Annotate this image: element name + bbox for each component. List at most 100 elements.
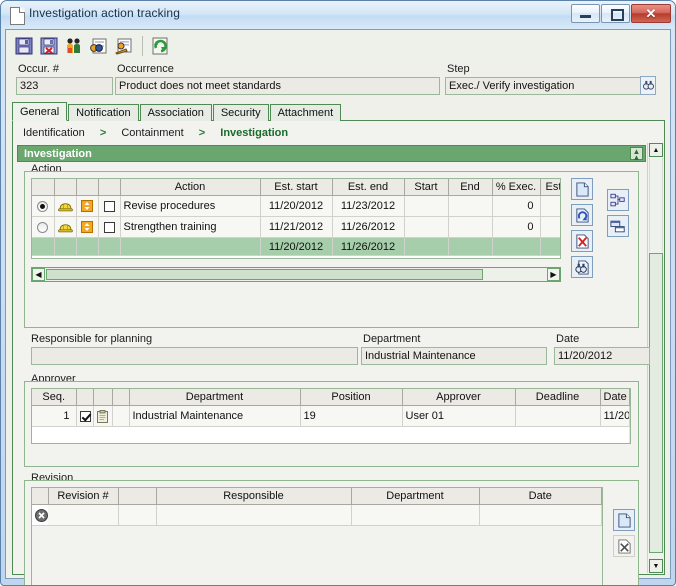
revision-col-responsible[interactable]: Responsible [156, 488, 352, 505]
approver-row-note-cell[interactable] [93, 405, 113, 427]
save-and-delete-button[interactable] [37, 34, 61, 58]
row-end[interactable] [448, 195, 493, 217]
scroll-right-arrow-icon[interactable]: ▶ [547, 268, 560, 281]
row-checkbox[interactable] [103, 221, 115, 233]
approver-col-approver[interactable]: Approver [402, 389, 516, 406]
row-pct-exec[interactable]: 0 [492, 195, 541, 217]
tab-attachment[interactable]: Attachment [269, 104, 342, 121]
action-col-worker[interactable] [54, 179, 77, 196]
approver-row-extra[interactable] [112, 405, 130, 427]
row-checkbox-cell[interactable] [98, 216, 121, 238]
approver-row-checkbox-cell[interactable] [76, 405, 94, 427]
revision-col-department[interactable]: Department [351, 488, 480, 505]
new-revision-button[interactable] [613, 509, 635, 531]
revision-col-extra[interactable] [118, 488, 157, 505]
maximize-button[interactable] [601, 4, 630, 23]
hscroll-thumb[interactable] [46, 269, 483, 280]
edit-button[interactable] [112, 34, 136, 58]
action-col-est[interactable]: Est. [540, 179, 560, 196]
copy-rows-button[interactable] [607, 215, 629, 237]
action-col-select[interactable] [32, 179, 55, 196]
approver-row-deadline[interactable] [515, 405, 601, 427]
breadcrumb-item-identification[interactable]: Identification [23, 127, 85, 139]
approver-col-note[interactable] [93, 389, 113, 406]
action-col-est-end[interactable]: Est. end [332, 179, 405, 196]
find-action-button[interactable] [571, 256, 593, 278]
revision-row-marker-cell[interactable] [32, 504, 48, 526]
row-checkbox[interactable] [103, 200, 115, 212]
table-row[interactable] [32, 504, 602, 526]
approver-row-department[interactable]: Industrial Maintenance [129, 405, 301, 427]
row-est[interactable] [540, 195, 560, 217]
action-col-start[interactable]: Start [404, 179, 449, 196]
revision-row-department[interactable] [351, 504, 480, 526]
row-priority-cell[interactable] [76, 195, 99, 217]
delete-revision-button[interactable] [613, 535, 635, 557]
action-col-pct-exec[interactable]: % Exec. [492, 179, 541, 196]
revision-row-number[interactable] [48, 504, 119, 526]
step-lookup-button[interactable] [640, 76, 656, 95]
breadcrumb-item-investigation[interactable]: Investigation [220, 127, 288, 139]
approver-col-seq[interactable]: Seq. [32, 389, 77, 406]
row-pct-exec[interactable]: 0 [492, 216, 541, 238]
row-est-end[interactable]: 11/26/2012 [332, 216, 405, 238]
collapse-up-icon[interactable]: ▲ ▲ [630, 147, 643, 162]
responsible-for-planning-field[interactable] [31, 347, 358, 365]
occurrence-number-field[interactable]: 323 [16, 77, 113, 95]
revision-row-extra[interactable] [118, 504, 157, 526]
scroll-track[interactable] [649, 158, 663, 252]
row-est-start[interactable]: 11/20/2012 [260, 195, 333, 217]
action-col-est-start[interactable]: Est. start [260, 179, 333, 196]
minimize-button[interactable] [571, 4, 600, 23]
approver-checkbox[interactable] [79, 410, 91, 422]
row-est-start[interactable]: 11/21/2012 [260, 216, 333, 238]
radio-unselected-icon[interactable] [37, 221, 49, 233]
occurrence-field[interactable]: Product does not meet standards [115, 77, 440, 95]
new-action-button[interactable] [571, 178, 593, 200]
table-row[interactable]: 1 Industrial Maintenance 19 User 01 11/2… [32, 405, 630, 427]
revision-col-number[interactable]: Revision # [48, 488, 119, 505]
revision-col-marker[interactable] [32, 488, 49, 505]
row-est-end[interactable]: 11/23/2012 [332, 195, 405, 217]
tab-association[interactable]: Association [139, 104, 212, 121]
approver-row-date[interactable]: 11/20/2012 [600, 405, 630, 427]
row-action[interactable]: Revise procedures [120, 195, 261, 217]
approver-row-seq[interactable]: 1 [32, 405, 77, 427]
people-group-button[interactable] [62, 34, 86, 58]
action-horizontal-scrollbar[interactable]: ◀ ▶ [31, 267, 561, 282]
approver-col-position[interactable]: Position [300, 389, 403, 406]
row-worker-cell[interactable] [54, 216, 77, 238]
row-start[interactable] [404, 216, 449, 238]
approver-col-check[interactable] [76, 389, 94, 406]
reload-action-button[interactable] [571, 204, 593, 226]
delete-action-button[interactable] [571, 230, 593, 252]
tab-security[interactable]: Security [212, 104, 269, 121]
row-end[interactable] [448, 216, 493, 238]
approver-col-date[interactable]: Date [600, 389, 630, 406]
revision-row-date[interactable] [479, 504, 602, 526]
approver-col-deadline[interactable]: Deadline [515, 389, 601, 406]
scroll-up-arrow-icon[interactable]: ▲ [649, 143, 663, 157]
revision-col-date[interactable]: Date [479, 488, 602, 505]
close-button[interactable]: ✕ [631, 4, 671, 23]
action-col-check[interactable] [98, 179, 121, 196]
row-worker-cell[interactable] [54, 195, 77, 217]
approver-row-approver[interactable]: User 01 [402, 405, 516, 427]
row-priority-cell[interactable] [76, 216, 99, 238]
step-field[interactable]: Exec./ Verify investigation [445, 77, 649, 95]
row-checkbox-cell[interactable] [98, 195, 121, 217]
scroll-left-arrow-icon[interactable]: ◀ [32, 268, 45, 281]
tab-general[interactable]: General [12, 102, 68, 121]
save-button[interactable] [12, 34, 36, 58]
planning-date-field[interactable]: 11/20/2012 [554, 347, 650, 365]
action-col-priority[interactable] [76, 179, 99, 196]
table-row[interactable]: Revise procedures 11/20/2012 11/23/2012 … [32, 195, 560, 217]
search-button[interactable] [87, 34, 111, 58]
scroll-down-arrow-icon[interactable]: ▼ [649, 559, 663, 573]
flowchart-button[interactable] [607, 189, 629, 211]
refresh-button[interactable] [148, 34, 172, 58]
planning-department-field[interactable]: Industrial Maintenance [361, 347, 547, 365]
row-est[interactable] [540, 216, 560, 238]
revision-row-responsible[interactable] [156, 504, 352, 526]
table-row[interactable]: Strengthen training 11/21/2012 11/26/201… [32, 216, 560, 238]
